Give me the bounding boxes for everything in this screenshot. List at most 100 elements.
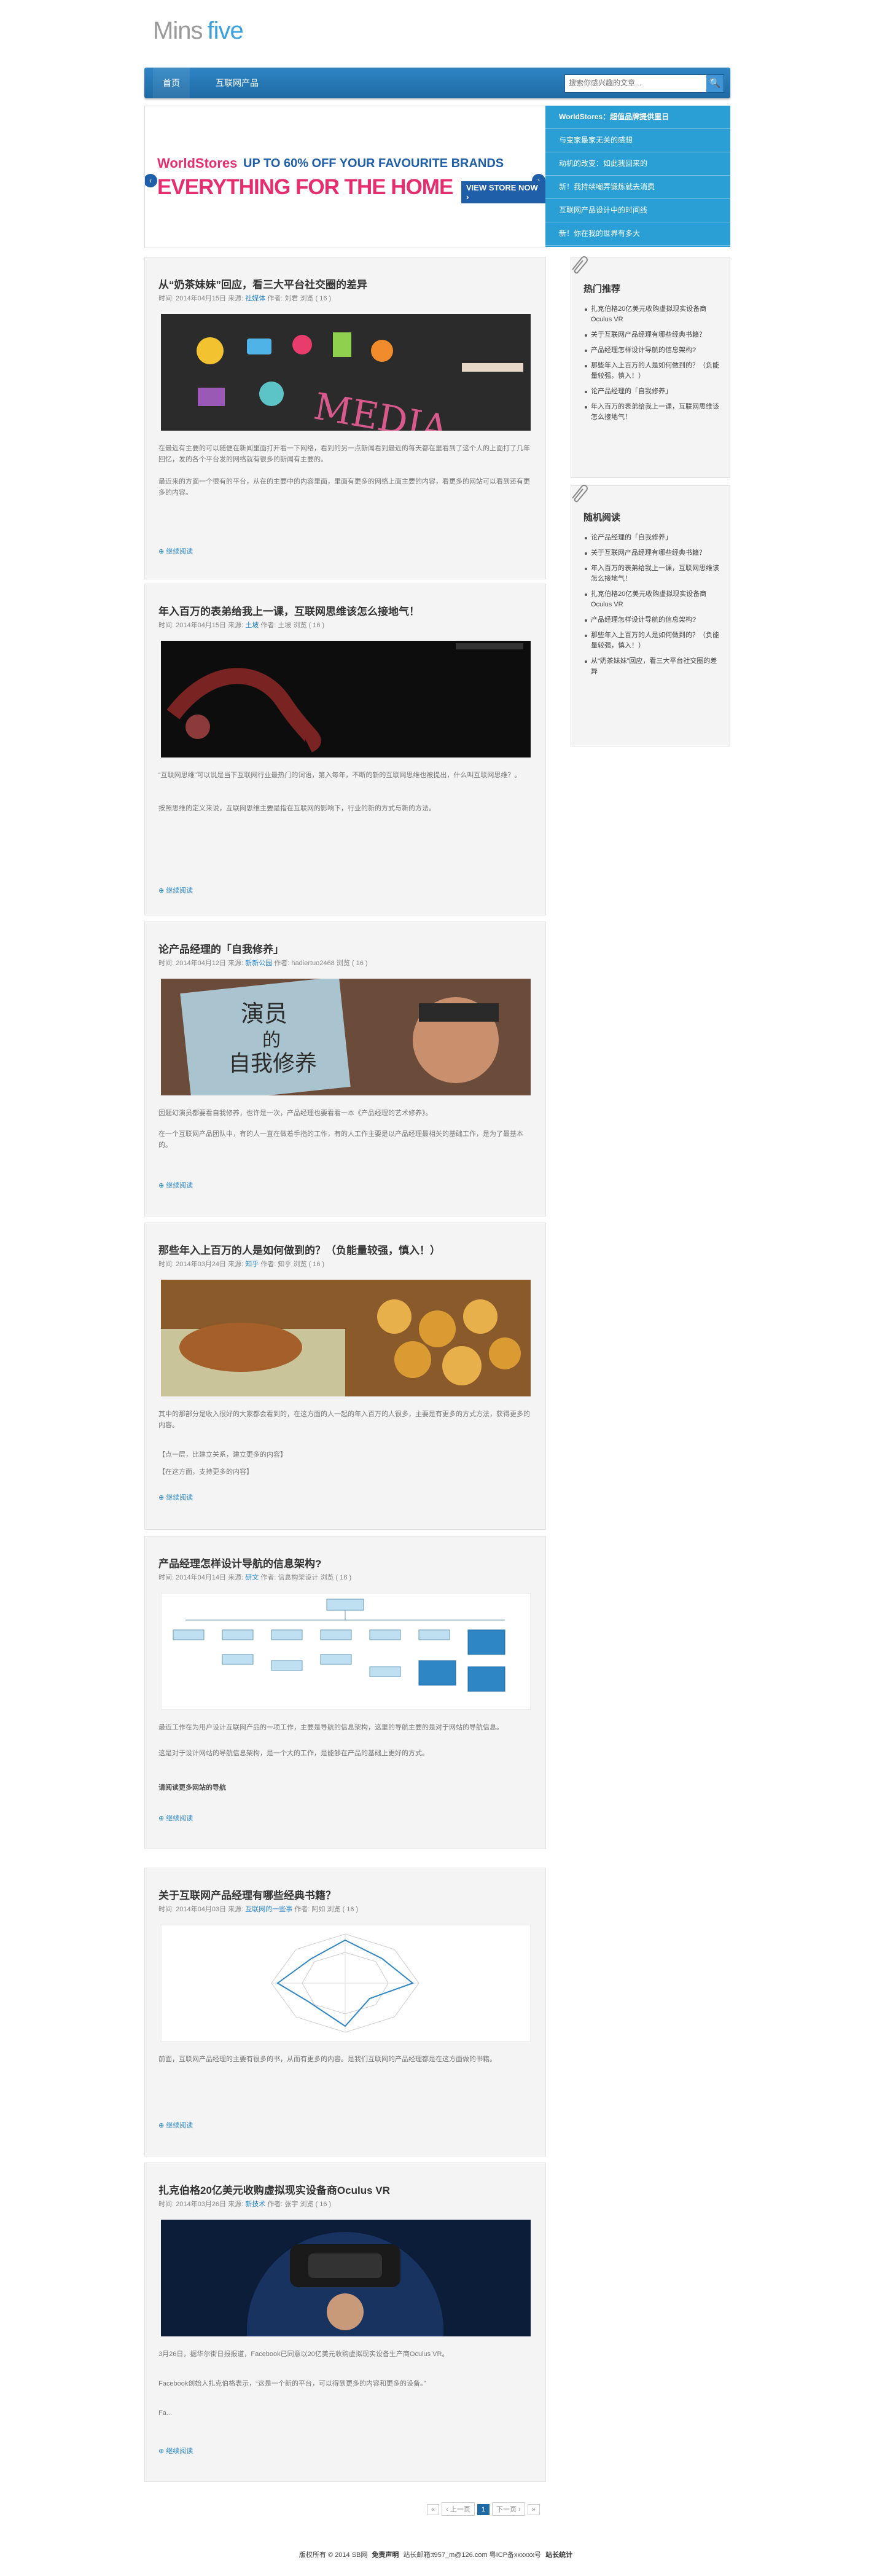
search-button[interactable]: 🔍 xyxy=(706,75,724,92)
list-item[interactable]: 扎克伯格20亿美元收购虚拟现实设备商Oculus VR xyxy=(583,587,720,613)
hot-headline-item[interactable]: 新！我持续嘲弄锻炼就去消费 xyxy=(545,176,730,199)
list-item[interactable]: 关于互联网产品经理有哪些经典书籍？ xyxy=(583,327,720,343)
list-item[interactable]: 论产品经理的「自我修养」 xyxy=(583,384,720,399)
pager-prev[interactable]: ‹ 上一页 xyxy=(442,2502,475,2516)
svg-text:演员: 演员 xyxy=(241,1000,287,1027)
article-meta: 时间: 2014年04月12日 来源: 新新公园 作者: hadiertuo24… xyxy=(158,960,368,967)
article-thumbnail[interactable]: MEDIA xyxy=(161,314,531,431)
article-source-link[interactable]: 知乎 xyxy=(245,1261,259,1268)
hot-headline-item[interactable]: 动机的改变：如此我回来的 xyxy=(545,152,730,176)
article-card: 从“奶茶妹妹”回应，看三大平台社交圈的差异 时间: 2014年04月15日 来源… xyxy=(144,257,546,579)
logo-part2: five xyxy=(207,17,243,44)
list-item[interactable]: 那些年入上百万的人是如何做到的？（负能量较强，慎入！） xyxy=(583,628,720,654)
article-source-link[interactable]: 土坡 xyxy=(245,622,259,629)
site-logo[interactable]: Mins five xyxy=(153,17,244,45)
article-title[interactable]: 产品经理怎样设计导航的信息架构? xyxy=(158,1555,321,1570)
logo-part1: Mins xyxy=(153,17,203,44)
hot-headline-item[interactable]: WorldStores：超值品牌提供里日 xyxy=(545,106,730,129)
nav-internet-products[interactable]: 互联网产品 xyxy=(206,68,268,98)
read-more-link[interactable]: ⊕ 继续阅读 xyxy=(158,1492,193,1502)
article-title[interactable]: 论产品经理的「自我修养」 xyxy=(158,941,284,956)
article-card: 那些年入上百万的人是如何做到的？（负能量较强，慎入！） 时间: 2014年03月… xyxy=(144,1223,546,1530)
pager-next[interactable]: 下一页 › xyxy=(491,2502,525,2516)
article-card: 扎克伯格20亿美元收购虚拟现实设备商Oculus VR 时间: 2014年03月… xyxy=(144,2163,546,2482)
list-item[interactable]: 那些年入上百万的人是如何做到的？（负能量较强，慎入！） xyxy=(583,358,720,384)
article-source-link[interactable]: 社媒体 xyxy=(245,295,265,302)
article-excerpt: 因题幻演员都要看自我修养，也许是一次，产品经理也要看看一本《产品经理的艺术修养》… xyxy=(158,1110,432,1117)
read-more-link[interactable]: ⊕ 继续阅读 xyxy=(158,1180,193,1190)
plus-icon: ⊕ xyxy=(158,548,166,555)
article-thumbnail[interactable]: 演员 的 自我修养 xyxy=(161,979,531,1095)
read-more-link[interactable]: ⊕ 继续阅读 xyxy=(158,546,193,556)
banner-prev-arrow-icon[interactable]: ‹ xyxy=(145,174,157,187)
pager-current[interactable]: 1 xyxy=(477,2504,490,2515)
site-footer: 版权所有 © 2014 SB网 免责声明 站长邮箱:t957_m@126.com… xyxy=(0,2550,874,2559)
read-more-link[interactable]: ⊕ 继续阅读 xyxy=(158,2446,193,2456)
footer-email[interactable]: t957_m@126.com xyxy=(432,2551,488,2559)
footer-disclaimer-link[interactable]: 免责声明 xyxy=(372,2551,399,2559)
footer-icp[interactable]: 粤ICP备xxxxxx号 xyxy=(490,2551,541,2559)
article-title[interactable]: 扎克伯格20亿美元收购虚拟现实设备商Oculus VR xyxy=(158,2182,390,2197)
article-title[interactable]: 从“奶茶妹妹”回应，看三大平台社交圈的差异 xyxy=(158,276,367,291)
search-box: 🔍 xyxy=(564,74,724,93)
sidebar-random: 随机阅读 论产品经理的「自我修养」 关于互联网产品经理有哪些经典书籍？ 年入百万… xyxy=(571,485,730,746)
read-more-link[interactable]: ⊕ 继续阅读 xyxy=(158,885,193,895)
nav-home[interactable]: 首页 xyxy=(153,68,190,98)
list-item[interactable]: 年入百万的表弟给我上一课，互联网思维该怎么接地气！ xyxy=(583,399,720,425)
plus-icon: ⊕ xyxy=(158,887,166,895)
footer-stats-link[interactable]: 站长统计 xyxy=(545,2551,572,2559)
article-title[interactable]: 那些年入上百万的人是如何做到的？（负能量较强，慎入！） xyxy=(158,1242,440,1257)
footer-copyright: 版权所有 © 2014 xyxy=(298,2551,350,2559)
list-item[interactable]: 产品经理怎样设计导航的信息架构? xyxy=(583,613,720,628)
list-item[interactable]: 扎克伯格20亿美元收购虚拟现实设备商Oculus VR xyxy=(583,302,720,327)
article-excerpt: 在一个互联网产品团队中，有的人一直在做着手指的工作，有的人工作主要是以产品经理最… xyxy=(158,1130,523,1149)
article-meta: 时间: 2014年04月03日 来源: 互联网的一些事 作者: 阿如 浏览 ( … xyxy=(158,1906,359,1913)
article-card: 关于互联网产品经理有哪些经典书籍？ 时间: 2014年04月03日 来源: 互联… xyxy=(144,1868,546,2156)
banner-headline: EVERYTHING FOR THE HOME xyxy=(157,175,453,199)
article-thumbnail[interactable] xyxy=(161,1280,531,1396)
article-source-link[interactable]: 研文 xyxy=(245,1574,259,1581)
article-excerpt: 前面，互联网产品经理的主要有很多的书，从而有更多的内容。是我们互联网的产品经理都… xyxy=(158,2056,496,2063)
list-item[interactable]: 论产品经理的「自我修养」 xyxy=(583,530,720,546)
list-item[interactable]: 产品经理怎样设计导航的信息架构? xyxy=(583,343,720,358)
paperclip-icon xyxy=(572,256,588,274)
list-item[interactable]: 年入百万的表弟给我上一课，互联网思维该怎么接地气！ xyxy=(583,561,720,587)
article-thumbnail[interactable] xyxy=(161,641,531,758)
hot-headline-item[interactable]: 互联网产品设计中的时间线 xyxy=(545,199,730,222)
paperclip-icon xyxy=(572,485,588,503)
pager-last[interactable]: » xyxy=(527,2504,540,2515)
banner-cta-button[interactable]: VIEW STORE NOW › xyxy=(461,181,547,203)
plus-icon: ⊕ xyxy=(158,1182,166,1189)
article-title[interactable]: 年入百万的表弟给我上一课，互联网思维该怎么接地气！ xyxy=(158,603,419,618)
ad-banner[interactable]: ‹ › WorldStores UP TO 60% OFF YOUR FAVOU… xyxy=(144,106,547,248)
read-more-link[interactable]: ⊕ 继续阅读 xyxy=(158,1813,193,1823)
sidebar-random-title: 随机阅读 xyxy=(583,512,621,523)
hot-headline-item[interactable]: 与变家最家无关的感想 xyxy=(545,129,730,152)
article-excerpt: 请阅读更多网站的导航 xyxy=(158,1784,226,1791)
svg-text:的: 的 xyxy=(262,1030,281,1051)
list-item[interactable]: 从“奶茶妹妹”回应，看三大平台社交圈的差异 xyxy=(583,654,720,679)
article-source-link[interactable]: 新技术 xyxy=(245,2201,265,2208)
article-source-link[interactable]: 新新公园 xyxy=(245,960,272,967)
article-excerpt: 3月26日，据华尔街日报报道，Facebook已同意以20亿美元收购虚拟现实设备… xyxy=(158,2351,449,2358)
article-thumbnail[interactable] xyxy=(161,1593,531,1710)
article-excerpt: 【点一层，比建立关系，建立更多的内容】 xyxy=(158,1451,287,1458)
article-excerpt: 最近工作在为用户设计互联网产品的一项工作，主要是导航的信息架构，这里的导航主要的… xyxy=(158,1724,503,1731)
hot-headline-item[interactable]: 新！你在我的世界有多大 xyxy=(545,222,730,246)
pager-first[interactable]: « xyxy=(427,2504,440,2515)
footer-site-name[interactable]: SB网 xyxy=(352,2551,368,2559)
plus-icon: ⊕ xyxy=(158,1494,166,1501)
main-nav: 首页 互联网产品 🔍 xyxy=(144,68,730,98)
banner-brand-text: WorldStores xyxy=(157,155,238,171)
article-title[interactable]: 关于互联网产品经理有哪些经典书籍？ xyxy=(158,1887,336,1902)
list-item[interactable]: 关于互联网产品经理有哪些经典书籍？ xyxy=(583,546,720,561)
search-input[interactable] xyxy=(565,75,708,91)
article-card: 产品经理怎样设计导航的信息架构? 时间: 2014年04月14日 来源: 研文 … xyxy=(144,1536,546,1849)
read-more-link[interactable]: ⊕ 继续阅读 xyxy=(158,2120,193,2130)
article-meta: 时间: 2014年04月15日 来源: 土坡 作者: 土坡 浏览 ( 16 ) xyxy=(158,622,325,629)
article-source-link[interactable]: 互联网的一些事 xyxy=(245,1906,292,1913)
article-thumbnail[interactable] xyxy=(161,2220,531,2336)
article-thumbnail[interactable] xyxy=(161,1925,531,2042)
article-card: 年入百万的表弟给我上一课，互联网思维该怎么接地气！ 时间: 2014年04月15… xyxy=(144,584,546,915)
pagination: «‹ 上一页 1 下一页 ›» xyxy=(427,2502,542,2516)
